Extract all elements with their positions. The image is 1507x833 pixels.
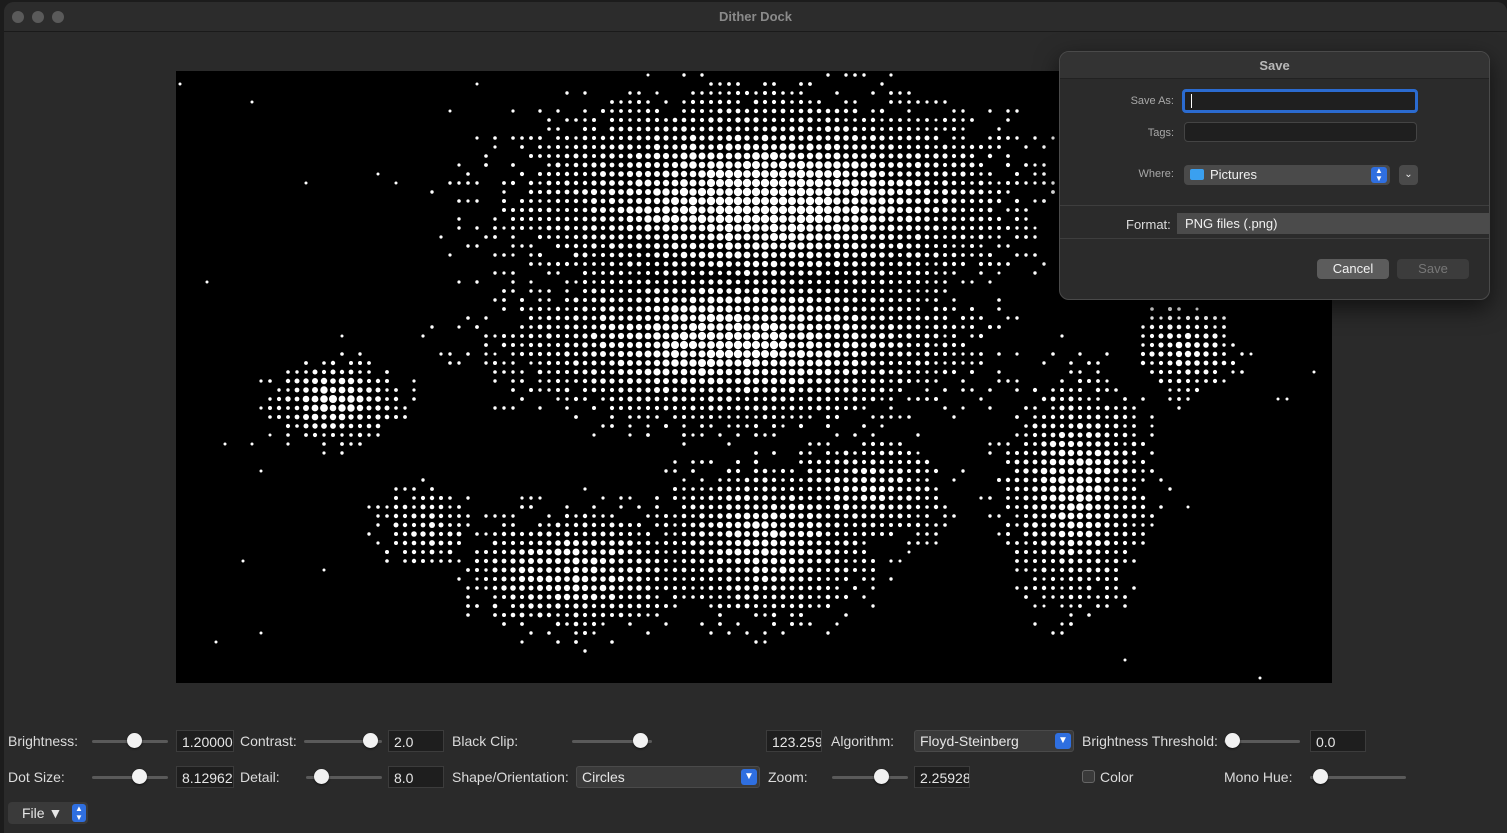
chevron-down-icon: ⌄ xyxy=(1404,169,1413,180)
up-down-stepper-icon: ▲ ▼ xyxy=(72,804,86,822)
dot-size-slider-thumb[interactable] xyxy=(132,769,148,784)
contrast-slider-thumb[interactable] xyxy=(363,733,379,748)
mono-hue-label: Mono Hue: xyxy=(1224,769,1293,785)
text-caret xyxy=(1191,94,1192,108)
mono-hue-slider[interactable] xyxy=(1310,766,1406,788)
brightness-threshold-label: Brightness Threshold: xyxy=(1082,733,1218,749)
save-as-label: Save As: xyxy=(1130,95,1174,107)
window-title: Dither Dock xyxy=(719,9,792,24)
contrast-label: Contrast: xyxy=(240,733,297,749)
brightness-value-field[interactable]: 1.20000 xyxy=(176,730,234,752)
zoom-value-field[interactable]: 2.25928 xyxy=(914,766,970,788)
tags-label: Tags: xyxy=(1147,127,1174,139)
black-clip-label: Black Clip: xyxy=(452,733,519,749)
brightness-threshold-slider-thumb[interactable] xyxy=(1224,733,1240,748)
where-selected-value: Pictures xyxy=(1210,167,1257,182)
save-dialog: Save Save As: Tags: Where: Pictures ▲ ▼ ⌄… xyxy=(1059,51,1490,300)
divider xyxy=(1060,205,1489,206)
contrast-value-field[interactable]: 2.0 xyxy=(388,730,444,752)
file-menu-button[interactable]: File ▼ ▲ ▼ xyxy=(8,802,88,824)
up-down-stepper-icon: ▲ ▼ xyxy=(1371,167,1387,183)
dot-size-value-field[interactable]: 8.12962 xyxy=(176,766,234,788)
brightness-label: Brightness: xyxy=(8,733,79,749)
algorithm-label: Algorithm: xyxy=(831,733,895,749)
color-label: Color xyxy=(1100,769,1134,785)
cancel-button[interactable]: Cancel xyxy=(1317,259,1389,279)
detail-slider-thumb[interactable] xyxy=(314,769,330,784)
brightness-threshold-value-field[interactable]: 0.0 xyxy=(1310,730,1366,752)
format-select[interactable]: PNG files (.png) xyxy=(1177,213,1489,234)
chevron-down-icon: ▼ xyxy=(1055,733,1071,749)
black-clip-slider[interactable] xyxy=(572,730,652,752)
mono-hue-slider-thumb[interactable] xyxy=(1312,769,1328,784)
algorithm-selected-value: Floyd-Steinberg xyxy=(920,733,1019,749)
shape-orientation-select[interactable]: Circles ▼ xyxy=(576,766,760,788)
black-clip-slider-thumb[interactable] xyxy=(633,733,648,748)
shape-selected-value: Circles xyxy=(582,769,625,785)
where-select[interactable]: Pictures ▲ ▼ xyxy=(1184,165,1390,185)
brightness-slider-thumb[interactable] xyxy=(126,733,142,748)
save-button[interactable]: Save xyxy=(1397,259,1469,279)
divider xyxy=(1060,238,1489,239)
color-checkbox[interactable] xyxy=(1082,770,1095,783)
save-dialog-title: Save xyxy=(1259,58,1290,73)
tags-input[interactable] xyxy=(1184,122,1417,142)
save-as-input[interactable] xyxy=(1182,89,1418,113)
where-label: Where: xyxy=(1138,168,1174,180)
file-menu-label: File ▼ xyxy=(22,805,63,821)
algorithm-select[interactable]: Floyd-Steinberg ▼ xyxy=(914,730,1074,752)
dot-size-slider[interactable] xyxy=(92,766,168,788)
detail-value-field[interactable]: 8.0 xyxy=(388,766,444,788)
shape-orientation-label: Shape/Orientation: xyxy=(452,769,569,785)
zoom-label: Zoom: xyxy=(768,769,808,785)
format-label: Format: xyxy=(1126,217,1171,232)
detail-label: Detail: xyxy=(240,769,280,785)
expand-dialog-button[interactable]: ⌄ xyxy=(1399,165,1418,185)
contrast-slider[interactable] xyxy=(304,730,382,752)
folder-icon xyxy=(1190,169,1204,180)
brightness-threshold-slider[interactable] xyxy=(1224,730,1300,752)
detail-slider[interactable] xyxy=(306,766,382,788)
chevron-down-icon: ▼ xyxy=(741,769,757,785)
dot-size-label: Dot Size: xyxy=(8,769,65,785)
brightness-slider[interactable] xyxy=(92,730,168,752)
format-selected-value: PNG files (.png) xyxy=(1185,216,1278,231)
title-bar: Dither Dock xyxy=(4,2,1507,32)
black-clip-value-field[interactable]: 123.259 xyxy=(766,730,822,752)
zoom-slider-thumb[interactable] xyxy=(874,769,890,784)
zoom-slider[interactable] xyxy=(832,766,908,788)
